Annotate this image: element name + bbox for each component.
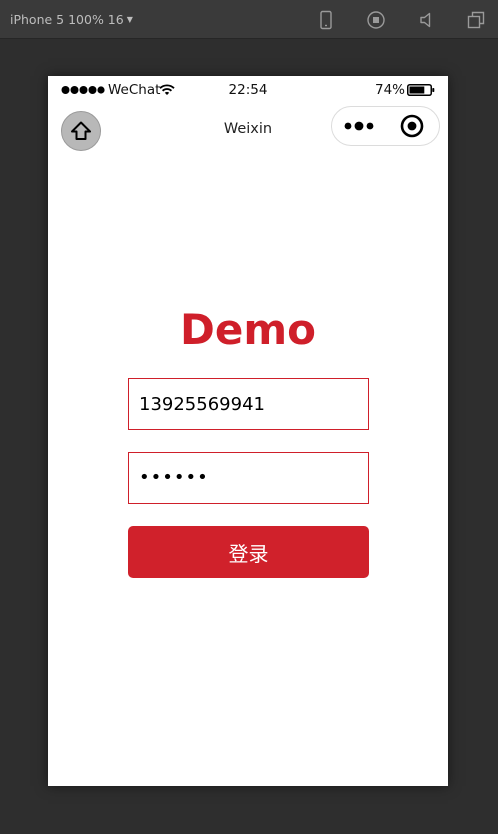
phone-screen: WeChat 22:54 74% Weixin Demo 13925569941… bbox=[48, 76, 448, 786]
brand-title: Demo bbox=[180, 305, 316, 354]
battery-percent: 74% bbox=[375, 82, 406, 98]
battery-icon bbox=[407, 84, 435, 96]
device-label: iPhone 5 100% 16 bbox=[10, 12, 124, 27]
more-button[interactable] bbox=[332, 107, 386, 145]
phone-field[interactable] bbox=[128, 378, 369, 430]
login-button[interactable]: 登录 bbox=[128, 526, 369, 578]
simulator-toolbar: iPhone 5 100% 16 ▼ bbox=[0, 0, 498, 39]
speaker-icon[interactable] bbox=[417, 10, 437, 30]
password-field[interactable]: •••••• bbox=[128, 452, 369, 504]
menu-capsule bbox=[331, 106, 440, 146]
status-bar: WeChat 22:54 74% bbox=[48, 76, 448, 104]
more-icon bbox=[344, 121, 374, 131]
close-button[interactable] bbox=[388, 107, 440, 145]
device-selector[interactable]: iPhone 5 100% 16 ▼ bbox=[10, 12, 133, 27]
windows-icon[interactable] bbox=[466, 10, 486, 30]
close-icon bbox=[400, 114, 424, 138]
phone-icon[interactable] bbox=[316, 10, 336, 30]
navigation-bar: Weixin bbox=[48, 104, 448, 156]
password-input[interactable]: •••••• bbox=[139, 453, 209, 503]
record-icon[interactable] bbox=[366, 10, 386, 30]
phone-input[interactable] bbox=[129, 379, 368, 429]
caret-down-icon: ▼ bbox=[126, 15, 133, 24]
